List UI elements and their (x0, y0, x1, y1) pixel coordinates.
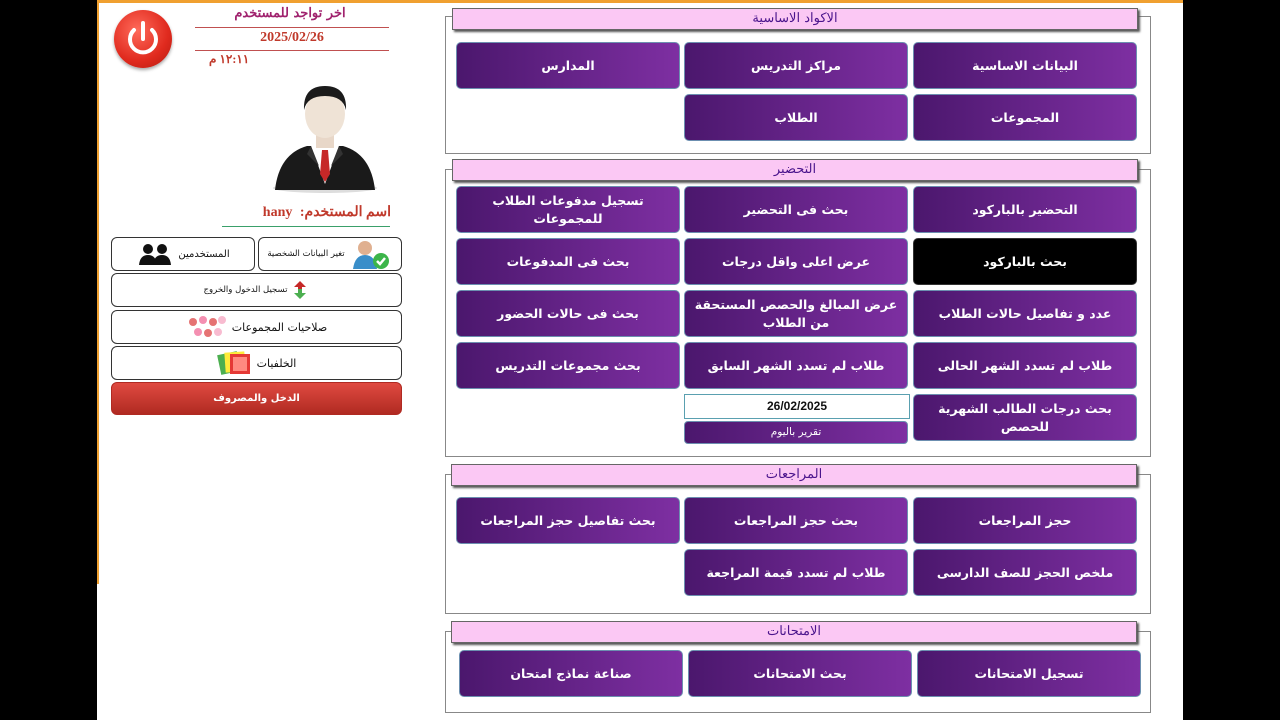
backgrounds-button[interactable]: الخلفيات (111, 346, 402, 380)
group-permissions-button[interactable]: صلاحيات المجموعات (111, 310, 402, 344)
basic-data-button[interactable]: البيانات الاساسية (913, 42, 1137, 89)
door-arrows-icon (294, 281, 307, 299)
income-expense-label: الدخل والمصروف (213, 393, 300, 404)
user-avatar-icon (273, 86, 377, 193)
section-title: المراجعات (451, 464, 1137, 486)
search-attendance-status-button[interactable]: بحث فى حالات الحضور (456, 290, 680, 337)
due-amounts-sessions-button[interactable]: عرض المبالغ والحصص المستحقة من الطلاب (684, 290, 908, 337)
users-button[interactable]: المستخدمين (111, 237, 255, 271)
username-label: اسم المستخدم: (299, 205, 391, 220)
reviews-section: المراجعات حجز المراجعات بحث حجز المراجعا… (445, 464, 1151, 614)
exams-section: الامتحانات تسجيل الامتحانات بحث الامتحان… (445, 621, 1151, 713)
register-exams-button[interactable]: تسجيل الامتحانات (917, 650, 1141, 697)
income-expense-button[interactable]: الدخل والمصروف (111, 382, 402, 415)
profile-check-icon (352, 241, 389, 269)
divider (222, 226, 390, 227)
top-accent-line (97, 0, 1183, 3)
last-seen-date: 2025/02/26 (260, 30, 324, 45)
attendance-section: التحضير التحضير بالباركود بحث فى التحضير… (445, 159, 1151, 457)
unpaid-review-fee-button[interactable]: طلاب لم تسدد قيمة المراجعة (684, 549, 908, 596)
barcode-search-button[interactable]: بحث بالباركود (913, 238, 1137, 285)
group-people-icon (188, 316, 226, 337)
pictures-icon (216, 351, 250, 375)
barcode-attendance-button[interactable]: التحضير بالباركود (913, 186, 1137, 233)
power-button[interactable] (114, 10, 172, 68)
backgrounds-label: الخلفيات (256, 356, 297, 370)
users-label: المستخدمين (178, 248, 230, 260)
search-teaching-groups-button[interactable]: بحث مجموعات التدريس (456, 342, 680, 389)
search-attendance-button[interactable]: بحث فى التحضير (684, 186, 908, 233)
highest-lowest-grades-button[interactable]: عرض اعلى واقل درجات (684, 238, 908, 285)
grade-booking-summary-button[interactable]: ملخص الحجز للصف الدارسى (913, 549, 1137, 596)
students-button[interactable]: الطلاب (684, 94, 908, 141)
main-window: اخر تواجد للمستخدم 2025/02/26 ١٢:١١ م اس… (97, 0, 1183, 720)
search-review-bookings-button[interactable]: بحث حجز المراجعات (684, 497, 908, 544)
unpaid-current-month-button[interactable]: طلاب لم تسدد الشهر الحالى (913, 342, 1137, 389)
username-row: اسم المستخدم: hany (217, 204, 391, 221)
create-exam-models-button[interactable]: صناعة نماذج امتحان (459, 650, 683, 697)
schools-button[interactable]: المدارس (456, 42, 680, 89)
group-permissions-label: صلاحيات المجموعات (231, 320, 328, 334)
section-title: الاكواد الاساسية (452, 8, 1138, 30)
section-title: التحضير (452, 159, 1138, 181)
username-value: hany (262, 205, 293, 220)
change-profile-label: تغير البيانات الشخصية (267, 249, 345, 259)
change-profile-button[interactable]: تغير البيانات الشخصية (258, 237, 402, 271)
login-logout-log-label: تسجيل الدخول والخروج (203, 285, 288, 295)
left-accent-line (97, 0, 99, 584)
basic-codes-section: الاكواد الاساسية البيانات الاساسية مراكز… (445, 8, 1151, 154)
search-review-booking-details-button[interactable]: بحث تفاصيل حجز المراجعات (456, 497, 680, 544)
users-icon (139, 244, 172, 265)
teaching-centers-button[interactable]: مراكز التدريس (684, 42, 908, 89)
search-exams-button[interactable]: بحث الامتحانات (688, 650, 912, 697)
section-title: الامتحانات (451, 621, 1137, 643)
divider (195, 27, 389, 28)
book-reviews-button[interactable]: حجز المراجعات (913, 497, 1137, 544)
search-payments-button[interactable]: بحث فى المدفوعات (456, 238, 680, 285)
login-logout-log-button[interactable]: تسجيل الدخول والخروج (111, 273, 402, 307)
last-seen-label: اخر تواجد للمستخدم (234, 6, 346, 21)
unpaid-previous-month-button[interactable]: طلاب لم تسدد الشهر السابق (684, 342, 908, 389)
power-icon (128, 21, 158, 55)
report-date-field[interactable]: 26/02/2025 (684, 394, 910, 419)
groups-button[interactable]: المجموعات (913, 94, 1137, 141)
divider (195, 50, 389, 51)
last-seen-time: ١٢:١١ م (209, 52, 250, 66)
monthly-session-grades-button[interactable]: بحث درجات الطالب الشهرية للحصص (913, 394, 1137, 441)
record-group-payments-button[interactable]: تسجيل مدفوعات الطلاب للمجموعات (456, 186, 680, 233)
student-status-details-button[interactable]: عدد و تفاصيل حالات الطلاب (913, 290, 1137, 337)
daily-report-button[interactable]: تقرير باليوم (684, 421, 908, 444)
